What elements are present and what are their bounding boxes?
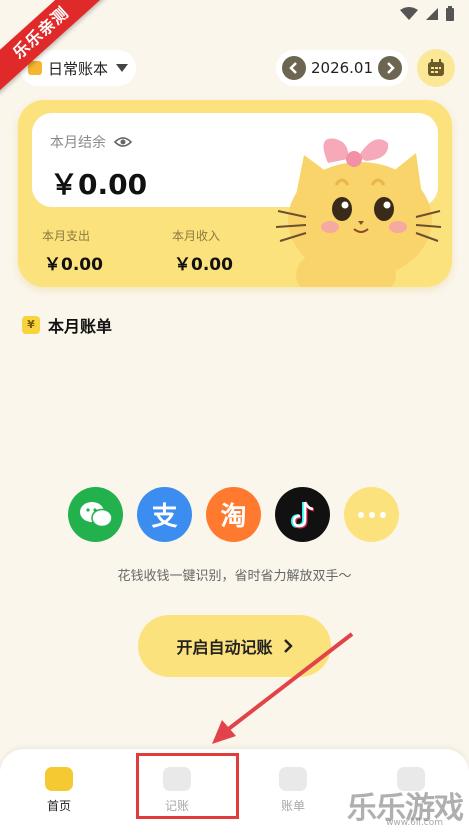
annotation-arrow xyxy=(212,632,354,744)
chevron-left-icon xyxy=(289,62,297,74)
chevron-down-icon xyxy=(116,64,129,72)
expense-label: 本月支出 xyxy=(42,229,91,243)
signal-icon xyxy=(426,8,438,20)
auto-recognize-hint: 花钱收钱一键识别，省时省力解放双手～ xyxy=(117,569,352,584)
alipay-icon[interactable]: 支 xyxy=(137,487,192,542)
section-title-text: 本月账单 xyxy=(48,317,113,336)
monthly-summary-card: 本月结余 ￥0.00 本月支出 ￥0.00 本月收入 ￥0.00 xyxy=(18,100,452,287)
eye-icon[interactable] xyxy=(114,136,132,148)
chevron-right-icon xyxy=(387,62,395,74)
tab-home-label: 首页 xyxy=(46,799,71,813)
calendar-icon xyxy=(428,59,444,76)
wifi-icon xyxy=(400,7,418,20)
prev-month-button[interactable] xyxy=(282,56,306,80)
highlight-box xyxy=(136,753,239,819)
balance-value: ￥0.00 xyxy=(50,168,148,201)
next-month-button[interactable] xyxy=(378,56,402,80)
tab-home[interactable]: 首页 xyxy=(24,767,94,814)
calendar-button[interactable] xyxy=(417,49,455,87)
expense-value: ￥0.00 xyxy=(44,255,103,275)
taobao-glyph: 淘 xyxy=(220,502,247,532)
tab-bills[interactable]: 账单 xyxy=(258,767,328,814)
battery-icon xyxy=(446,6,454,21)
month-picker: 2026.01 xyxy=(276,50,408,86)
cat-mascot-illustration xyxy=(276,138,441,287)
balance-label-row: 本月结余 xyxy=(50,132,132,152)
watermark-url: www.6ll.com xyxy=(386,818,443,828)
income-label: 本月收入 xyxy=(172,229,221,243)
taobao-icon[interactable]: 淘 xyxy=(206,487,261,542)
douyin-icon[interactable] xyxy=(275,487,330,542)
alipay-glyph: 支 xyxy=(151,502,178,532)
payment-app-row: 支 淘 xyxy=(68,487,399,542)
balance-label: 本月结余 xyxy=(50,135,106,151)
tab-bills-label: 账单 xyxy=(280,799,305,813)
book-name: 日常账本 xyxy=(48,59,109,78)
monthly-bills-section-title: ¥ 本月账单 xyxy=(22,313,112,337)
book-icon xyxy=(28,61,42,75)
income-value: ￥0.00 xyxy=(174,255,233,275)
wechat-icon[interactable] xyxy=(68,487,123,542)
more-apps-icon[interactable] xyxy=(344,487,399,542)
home-icon xyxy=(45,767,73,791)
status-bar-icons xyxy=(399,6,455,22)
yen-icon: ¥ xyxy=(22,316,40,334)
current-month: 2026.01 xyxy=(310,59,374,77)
bill-icon xyxy=(279,767,307,791)
